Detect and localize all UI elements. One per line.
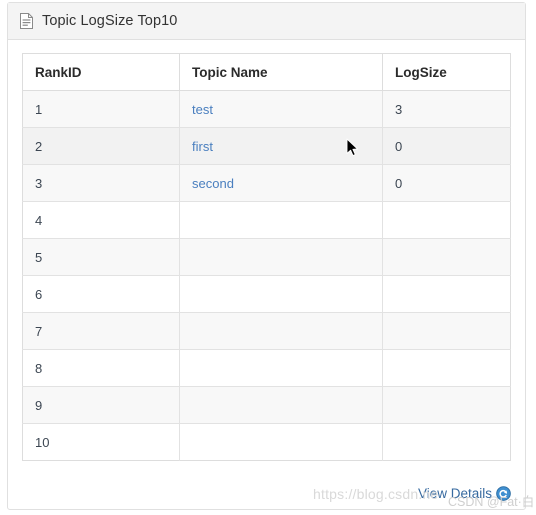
cell-rankid: 1 (22, 90, 180, 128)
cell-topic-name (179, 275, 383, 313)
table-row[interactable]: 6 (22, 275, 511, 313)
circular-arrow-icon[interactable] (496, 486, 511, 501)
table-row[interactable]: 8 (22, 349, 511, 387)
cell-logsize (382, 238, 511, 276)
card-body: RankID Topic Name LogSize 1 test 3 2 fir… (8, 40, 525, 461)
view-details-link[interactable]: View Details (418, 486, 492, 501)
document-icon (20, 13, 33, 29)
cell-topic-name: second (179, 164, 383, 202)
cell-rankid: 10 (22, 423, 180, 461)
cell-rankid: 9 (22, 386, 180, 424)
cell-logsize (382, 312, 511, 350)
cell-rankid: 7 (22, 312, 180, 350)
cell-topic-name (179, 238, 383, 276)
topic-logsize-table: RankID Topic Name LogSize 1 test 3 2 fir… (22, 53, 511, 461)
cell-topic-name (179, 423, 383, 461)
cell-logsize (382, 275, 511, 313)
table-row[interactable]: 10 (22, 423, 511, 461)
card-header: Topic LogSize Top10 (8, 3, 525, 40)
card-title: Topic LogSize Top10 (42, 13, 178, 29)
topic-link[interactable]: second (192, 176, 234, 191)
cell-rankid: 2 (22, 127, 180, 165)
cell-logsize: 3 (382, 90, 511, 128)
card-footer: View Details (418, 486, 511, 501)
table-row[interactable]: 1 test 3 (22, 90, 511, 128)
cell-topic-name (179, 349, 383, 387)
cell-logsize: 0 (382, 164, 511, 202)
topic-link[interactable]: test (192, 102, 213, 117)
table-row[interactable]: 9 (22, 386, 511, 424)
column-header-logsize[interactable]: LogSize (382, 53, 511, 91)
cell-rankid: 5 (22, 238, 180, 276)
table-row[interactable]: 3 second 0 (22, 164, 511, 202)
table-row[interactable]: 2 first 0 (22, 127, 511, 165)
cell-rankid: 4 (22, 201, 180, 239)
cell-topic-name (179, 386, 383, 424)
cell-logsize (382, 349, 511, 387)
cell-topic-name (179, 312, 383, 350)
column-header-rankid[interactable]: RankID (22, 53, 180, 91)
cell-topic-name: test (179, 90, 383, 128)
table-header-row: RankID Topic Name LogSize (22, 53, 511, 91)
table-row[interactable]: 5 (22, 238, 511, 276)
cell-logsize (382, 201, 511, 239)
cell-rankid: 8 (22, 349, 180, 387)
topic-link[interactable]: first (192, 139, 213, 154)
cell-rankid: 6 (22, 275, 180, 313)
table-row[interactable]: 4 (22, 201, 511, 239)
cell-topic-name (179, 201, 383, 239)
table-body: 1 test 3 2 first 0 3 second 0 4 5 6 7 8 … (22, 90, 511, 461)
cell-rankid: 3 (22, 164, 180, 202)
column-header-topic-name[interactable]: Topic Name (179, 53, 383, 91)
cell-logsize (382, 386, 511, 424)
cell-logsize (382, 423, 511, 461)
cell-logsize: 0 (382, 127, 511, 165)
table-row[interactable]: 7 (22, 312, 511, 350)
cell-topic-name: first (179, 127, 383, 165)
table-header: RankID Topic Name LogSize (22, 53, 511, 91)
topic-logsize-card: Topic LogSize Top10 RankID Topic Name Lo… (7, 2, 526, 510)
